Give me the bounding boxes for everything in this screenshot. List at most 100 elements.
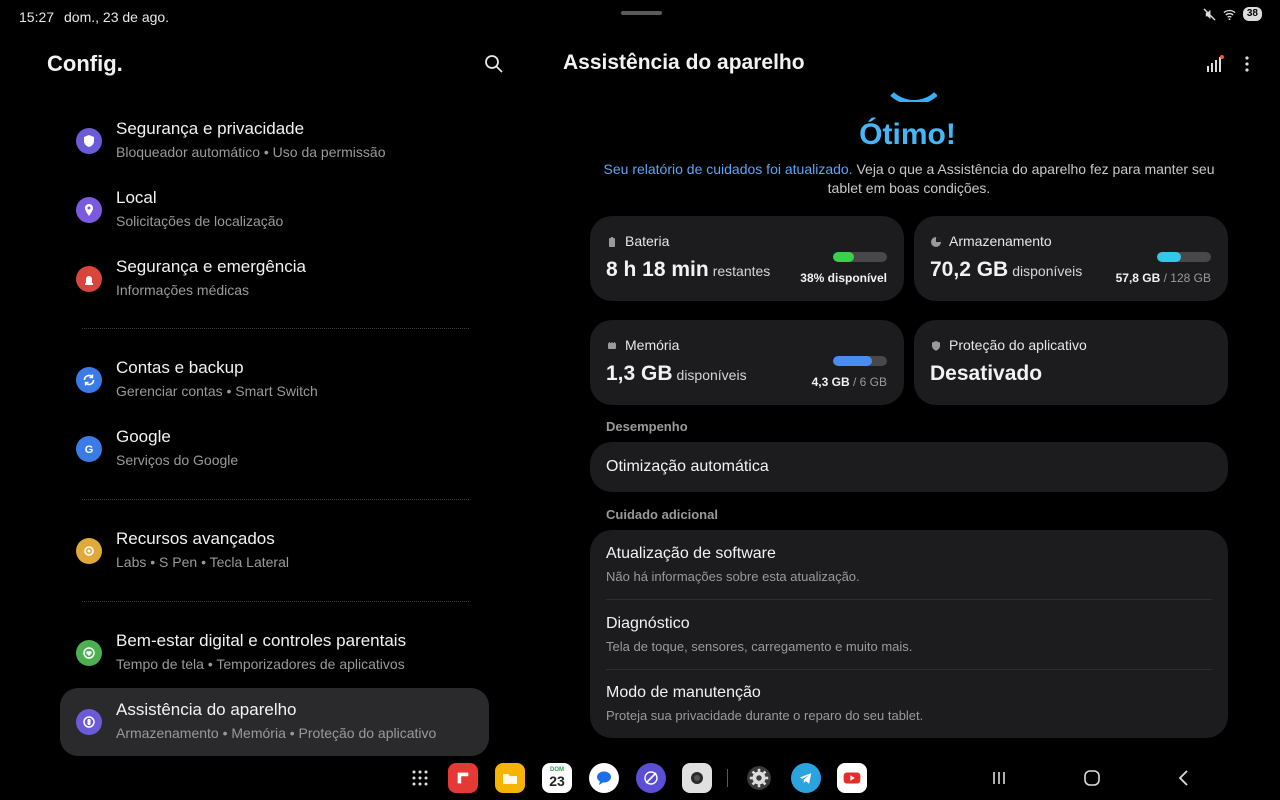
storage-unit: disponíveis <box>1012 263 1083 279</box>
memory-unit: disponíveis <box>676 367 747 383</box>
list-item-software-update[interactable]: Atualização de software Não há informaçõ… <box>590 530 1228 599</box>
menu-item-digital-wellbeing[interactable]: Bem-estar digital e controles parentais … <box>60 619 489 687</box>
list-item-subtitle: Tela de toque, sensores, carregamento e … <box>606 639 913 654</box>
report-text: Veja o que a Assistência do aparelho fez… <box>827 161 1215 196</box>
divider <box>82 328 469 329</box>
settings-icon[interactable] <box>744 763 774 793</box>
shield-icon <box>930 339 942 351</box>
battery-card[interactable]: Bateria 8 h 18 min restantes 38% disponív… <box>590 216 904 301</box>
list-item-title: Diagnóstico <box>606 615 690 632</box>
back-button[interactable] <box>1175 769 1193 787</box>
battery-value: 8 h 18 min <box>606 258 709 281</box>
more-options-icon[interactable] <box>1238 55 1256 73</box>
section-header-additional-care: Cuidado adicional <box>606 507 718 522</box>
battery-icon <box>606 235 618 247</box>
camera-icon[interactable] <box>682 763 712 793</box>
page-title: Assistência do aparelho <box>563 51 805 74</box>
flipboard-icon[interactable] <box>448 763 478 793</box>
menu-item-accounts-backup[interactable]: Contas e backup Gerenciar contas • Smart… <box>60 346 489 414</box>
menu-item-title: Contas e backup <box>116 358 244 377</box>
protection-label: Proteção do aplicativo <box>949 337 1087 353</box>
card-label: Armazenamento <box>930 233 1052 249</box>
storage-icon <box>930 235 942 247</box>
search-icon[interactable] <box>484 54 504 74</box>
memory-total: / 6 GB <box>849 375 887 389</box>
status-text: Ótimo! <box>859 118 956 151</box>
messages-icon[interactable] <box>589 763 619 793</box>
youtube-icon[interactable] <box>837 763 867 793</box>
list-item-title: Modo de manutenção <box>606 684 761 701</box>
app-protection-card[interactable]: Proteção do aplicativo Desativado <box>914 320 1228 405</box>
menu-item-safety-emergency[interactable]: Segurança e emergência Informações médic… <box>60 245 489 313</box>
wifi-icon <box>1223 7 1237 21</box>
settings-title: Config. <box>47 51 123 76</box>
app-drawer-icon[interactable] <box>405 763 435 793</box>
menu-item-title: Bem-estar digital e controles parentais <box>116 631 407 650</box>
storage-used: 57,8 GB <box>1115 271 1161 285</box>
menu-item-title: Local <box>116 188 157 207</box>
battery-unit: restantes <box>712 263 771 279</box>
diagnostics-chart-icon[interactable] <box>1205 55 1225 73</box>
card-label: Memória <box>606 337 679 353</box>
status-headline: Ótimo! <box>0 118 1280 152</box>
list-item-maintenance-mode[interactable]: Modo de manutenção Proteja sua privacida… <box>590 670 1228 738</box>
menu-item-advanced-features[interactable]: Recursos avançados Labs • S Pen • Tecla … <box>60 517 489 585</box>
calendar-icon[interactable]: DOM 23 <box>542 763 572 793</box>
protection-value: Desativado <box>930 362 1043 385</box>
menu-item-subtitle: Solicitações de localização <box>116 213 284 229</box>
memory-used: 4,3 GB <box>811 375 850 389</box>
report-link[interactable]: Seu relatório de cuidados foi atualizado… <box>604 161 853 177</box>
telegram-icon[interactable] <box>791 763 821 793</box>
storage-card[interactable]: Armazenamento 70,2 GB disponíveis 57,8 GB… <box>914 216 1228 301</box>
card-label: Proteção do aplicativo <box>930 337 1087 353</box>
recent-apps-button[interactable] <box>990 769 1008 787</box>
menu-item-title: Assistência do aparelho <box>116 700 297 719</box>
memory-value: 1,3 GB <box>606 362 673 385</box>
memory-detail: 4,3 GB / 6 GB <box>812 375 887 389</box>
drag-handle[interactable] <box>621 11 662 15</box>
memory-bar <box>833 356 887 366</box>
divider <box>82 499 469 500</box>
menu-item-subtitle: Labs • S Pen • Tecla Lateral <box>116 554 289 570</box>
menu-item-location[interactable]: Local Solicitações de localização <box>60 176 489 244</box>
calendar-day: 23 <box>549 773 565 789</box>
dock-separator <box>727 769 728 787</box>
auto-optimization-label: Otimização automática <box>606 458 769 475</box>
device-care-icon <box>76 709 102 735</box>
battery-icon: 38 <box>1242 7 1262 21</box>
mute-icon <box>1203 7 1217 21</box>
battery-bar <box>833 252 887 262</box>
files-icon[interactable] <box>495 763 525 793</box>
memory-label: Memória <box>625 337 680 353</box>
menu-item-subtitle: Serviços do Google <box>116 452 239 468</box>
menu-item-device-care[interactable]: Assistência do aparelho Armazenamento • … <box>60 688 489 756</box>
battery-bar-fill <box>833 252 854 262</box>
list-item-subtitle: Não há informações sobre esta atualizaçã… <box>606 569 860 584</box>
memory-bar-fill <box>833 356 872 366</box>
report-summary: Seu relatório de cuidados foi atualizado… <box>600 160 1218 198</box>
card-label: Bateria <box>606 233 669 249</box>
browser-icon[interactable] <box>636 763 666 793</box>
menu-item-title: Recursos avançados <box>116 529 275 548</box>
memory-value-row: 1,3 GB disponíveis <box>606 362 747 386</box>
battery-label: Bateria <box>625 233 670 249</box>
auto-optimization-row[interactable]: Otimização automática <box>590 442 1228 492</box>
menu-item-google[interactable]: G Google Serviços do Google <box>60 415 489 483</box>
storage-value-row: 70,2 GB disponíveis <box>930 258 1082 282</box>
svg-text:G: G <box>85 444 94 456</box>
storage-bar-fill <box>1157 252 1182 262</box>
star-gear-icon <box>76 538 102 564</box>
memory-chip-icon <box>606 339 618 351</box>
section-header-performance: Desempenho <box>606 419 688 434</box>
list-item-diagnostics[interactable]: Diagnóstico Tela de toque, sensores, car… <box>590 600 1228 669</box>
location-pin-icon <box>76 197 102 223</box>
divider <box>82 601 469 602</box>
menu-item-subtitle: Informações médicas <box>116 282 250 298</box>
menu-item-title: Google <box>116 427 171 446</box>
battery-value-row: 8 h 18 min restantes <box>606 258 770 282</box>
menu-item-subtitle: Gerenciar contas • Smart Switch <box>116 383 318 399</box>
status-gauge-arc <box>881 78 937 102</box>
memory-card[interactable]: Memória 1,3 GB disponíveis 4,3 GB / 6 GB <box>590 320 904 405</box>
home-button[interactable] <box>1083 769 1101 787</box>
heart-icon <box>76 640 102 666</box>
